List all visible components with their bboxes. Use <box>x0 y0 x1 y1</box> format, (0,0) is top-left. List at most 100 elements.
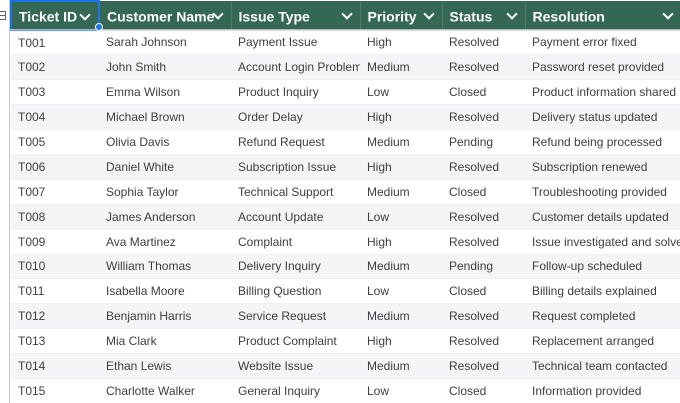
cell-ticket-id[interactable]: T014 <box>11 353 99 379</box>
cell-status[interactable]: Resolved <box>442 154 525 180</box>
cell-resolution[interactable]: Information provided <box>525 378 680 403</box>
cell-customer-name[interactable]: Mia Clark <box>99 328 231 355</box>
cell-ticket-id[interactable]: T010 <box>11 254 99 280</box>
cell-resolution[interactable]: Refund being processed <box>525 129 680 155</box>
cell-status[interactable]: Closed <box>442 179 525 205</box>
cell-resolution[interactable]: Request completed <box>525 303 680 330</box>
cell-resolution[interactable]: Delivery status updated <box>525 104 680 131</box>
cell-issue-type[interactable]: Account Update <box>231 204 360 230</box>
cell-issue-type[interactable]: Refund Request <box>231 129 360 155</box>
cell-priority[interactable]: Medium <box>360 353 442 379</box>
chevron-down-icon[interactable] <box>422 8 435 20</box>
cell-priority[interactable]: Low <box>360 378 442 403</box>
cell-ticket-id[interactable]: T004 <box>11 104 99 131</box>
cell-issue-type[interactable]: Delivery Inquiry <box>231 254 360 280</box>
cell-issue-type[interactable]: Account Login Problem <box>231 54 360 81</box>
cell-priority[interactable]: High <box>360 154 442 180</box>
cell-resolution[interactable]: Billing details explained <box>525 278 680 305</box>
cell-ticket-id[interactable]: T013 <box>11 328 99 355</box>
cell-resolution[interactable]: Replacement arranged <box>525 328 680 355</box>
cell-priority[interactable]: High <box>360 229 442 255</box>
selection-handle[interactable] <box>95 23 103 31</box>
cell-resolution[interactable]: Follow-up scheduled <box>525 254 680 280</box>
cell-issue-type[interactable]: Order Delay <box>231 104 360 131</box>
cell-customer-name[interactable]: Sophia Taylor <box>99 179 231 205</box>
cell-ticket-id[interactable]: T015 <box>11 378 99 403</box>
cell-status[interactable]: Resolved <box>442 204 525 230</box>
cell-resolution[interactable]: Payment error fixed <box>525 30 680 56</box>
cell-issue-type[interactable]: Service Request <box>231 303 360 330</box>
cell-ticket-id[interactable]: T001 <box>11 30 99 56</box>
cell-customer-name[interactable]: Isabella Moore <box>99 278 231 305</box>
cell-status[interactable]: Closed <box>442 378 525 403</box>
cell-resolution[interactable]: Subscription renewed <box>525 154 680 180</box>
cell-resolution[interactable]: Customer details updated <box>525 204 680 230</box>
cell-customer-name[interactable]: Benjamin Harris <box>99 303 231 330</box>
cell-customer-name[interactable]: Olivia Davis <box>99 129 231 155</box>
cell-status[interactable]: Closed <box>442 278 525 305</box>
column-header-ticket-id[interactable]: Ticket ID <box>10 0 100 31</box>
cell-customer-name[interactable]: John Smith <box>99 54 231 81</box>
column-header-priority[interactable]: Priority <box>360 1 443 30</box>
cell-issue-type[interactable]: Technical Support <box>231 179 360 205</box>
cell-issue-type[interactable]: Billing Question <box>231 278 360 305</box>
cell-issue-type[interactable]: Subscription Issue <box>231 154 360 180</box>
chevron-down-icon[interactable] <box>505 8 518 20</box>
cell-customer-name[interactable]: Ethan Lewis <box>99 353 231 379</box>
cell-status[interactable]: Resolved <box>442 328 525 355</box>
cell-ticket-id[interactable]: T007 <box>11 179 99 205</box>
cell-issue-type[interactable]: Website Issue <box>231 353 360 379</box>
cell-customer-name[interactable]: Charlotte Walker <box>99 378 231 403</box>
cell-customer-name[interactable]: Emma Wilson <box>99 79 231 106</box>
cell-ticket-id[interactable]: T008 <box>11 204 99 230</box>
cell-customer-name[interactable]: Daniel White <box>99 154 231 180</box>
cell-issue-type[interactable]: Product Inquiry <box>231 79 360 106</box>
cell-status[interactable]: Resolved <box>442 353 525 379</box>
sheet-menu-icon[interactable] <box>0 11 6 20</box>
cell-resolution[interactable]: Issue investigated and solved <box>525 229 680 255</box>
cell-ticket-id[interactable]: T005 <box>11 129 99 155</box>
cell-ticket-id[interactable]: T003 <box>11 79 99 106</box>
cell-ticket-id[interactable]: T012 <box>11 303 99 330</box>
column-header-status[interactable]: Status <box>442 1 526 30</box>
cell-ticket-id[interactable]: T011 <box>11 278 99 305</box>
column-header-customer-name[interactable]: Customer Name <box>99 1 232 30</box>
cell-customer-name[interactable]: William Thomas <box>99 254 231 280</box>
cell-priority[interactable]: High <box>360 328 442 355</box>
cell-issue-type[interactable]: Product Complaint <box>231 328 360 355</box>
cell-priority[interactable]: Medium <box>360 254 442 280</box>
cell-priority[interactable]: Medium <box>360 303 442 330</box>
cell-status[interactable]: Resolved <box>442 303 525 330</box>
cell-resolution[interactable]: Troubleshooting provided <box>525 179 680 205</box>
cell-customer-name[interactable]: Sarah Johnson <box>99 30 231 56</box>
cell-status[interactable]: Resolved <box>442 54 525 81</box>
cell-priority[interactable]: Low <box>360 79 442 106</box>
cell-status[interactable]: Pending <box>442 254 525 280</box>
chevron-down-icon[interactable] <box>661 8 674 20</box>
chevron-down-icon[interactable] <box>79 9 91 21</box>
chevron-down-icon[interactable] <box>340 8 353 20</box>
cell-issue-type[interactable]: General Inquiry <box>231 378 360 403</box>
cell-priority[interactable]: Low <box>360 204 442 230</box>
cell-priority[interactable]: High <box>360 104 442 131</box>
cell-customer-name[interactable]: James Anderson <box>99 204 231 230</box>
cell-priority[interactable]: High <box>360 30 442 56</box>
cell-status[interactable]: Resolved <box>442 30 525 56</box>
cell-priority[interactable]: Medium <box>360 54 442 81</box>
cell-priority[interactable]: Medium <box>360 179 442 205</box>
cell-resolution[interactable]: Technical team contacted <box>525 353 680 379</box>
cell-resolution[interactable]: Password reset provided <box>525 54 680 81</box>
column-header-resolution[interactable]: Resolution <box>525 1 680 30</box>
column-header-issue-type[interactable]: Issue Type <box>231 1 361 30</box>
cell-customer-name[interactable]: Ava Martinez <box>99 229 231 255</box>
cell-status[interactable]: Resolved <box>442 229 525 255</box>
cell-customer-name[interactable]: Michael Brown <box>99 104 231 131</box>
cell-status[interactable]: Closed <box>442 79 525 106</box>
cell-ticket-id[interactable]: T009 <box>11 229 99 255</box>
cell-resolution[interactable]: Product information shared <box>525 79 680 106</box>
cell-ticket-id[interactable]: T002 <box>11 54 99 81</box>
cell-priority[interactable]: Medium <box>360 129 442 155</box>
cell-ticket-id[interactable]: T006 <box>11 154 99 180</box>
cell-status[interactable]: Resolved <box>442 104 525 131</box>
cell-issue-type[interactable]: Payment Issue <box>231 30 360 56</box>
